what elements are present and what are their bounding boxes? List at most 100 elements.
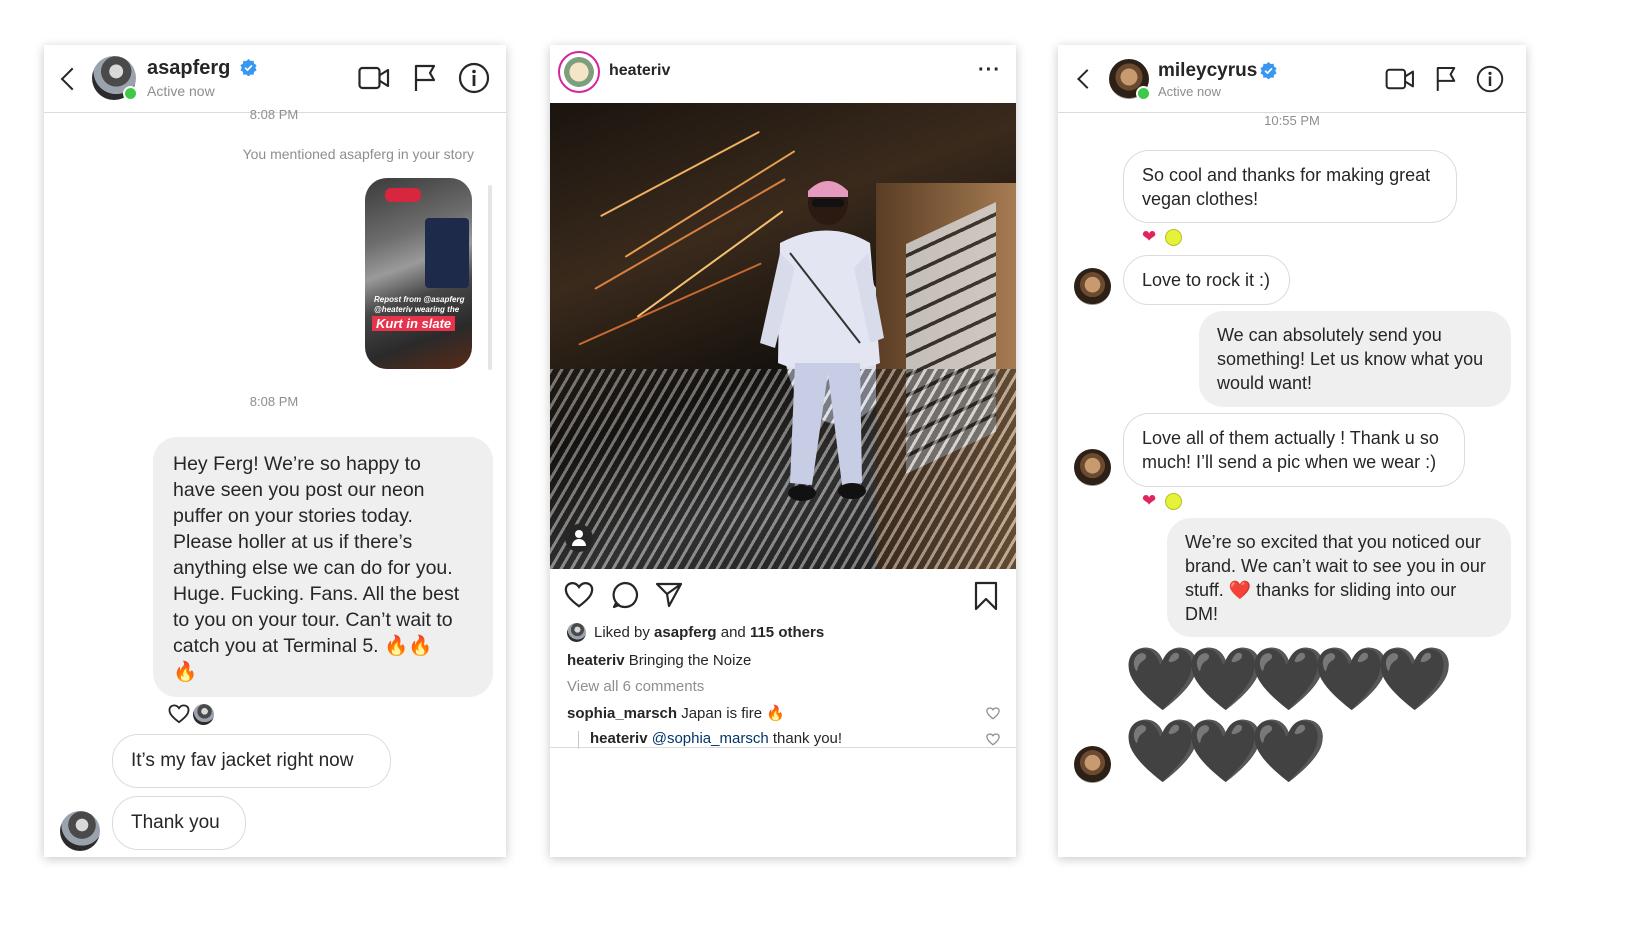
sent-message-line: Please holler at us if there’s [173,531,413,553]
sender-avatar [1074,449,1111,486]
video-call-icon[interactable] [1385,67,1415,91]
message-line: DM! [1185,604,1218,624]
message-line: We’re so excited that you noticed our [1185,532,1481,552]
info-icon[interactable] [458,62,490,94]
heart-reaction-icon[interactable] [168,704,190,724]
scrollbar[interactable] [488,185,492,370]
sender-avatar [1074,268,1111,305]
sent-message-bubble[interactable]: Hey Ferg! We’re so happy to have seen yo… [153,437,493,697]
comment: sophia_marsch Japan is fire 🔥 [567,704,785,722]
black-heart-emoji[interactable]: 🖤 [1376,649,1453,711]
comment-like-icon[interactable] [986,733,1000,746]
person-figure [760,181,884,501]
message-line: So cool and thanks for making great [1142,165,1431,185]
story-caption-line2: @heateriv wearing the [374,305,460,314]
reactor-avatar [1165,493,1182,510]
post-caption: heateriv Bringing the Noize [567,652,751,669]
received-message-bubble[interactable]: It’s my fav jacket right now [112,734,391,788]
story-mention-label: You mentioned asapferg in your story [242,146,474,162]
like-heart-icon[interactable] [564,581,594,609]
more-options-icon[interactable]: ··· [978,59,1001,82]
black-heart-emoji[interactable]: 🖤 [1250,721,1327,783]
reactor-avatar [193,704,214,725]
message-line: vegan clothes! [1142,189,1259,209]
timestamp: 10:55 PM [1264,113,1320,128]
share-icon[interactable] [655,582,683,608]
online-indicator [1136,86,1151,101]
dm-panel-asapferg: asapferg Active now 8:08 PM You mentione… [44,45,506,857]
username[interactable]: mileycyrus [1158,60,1257,82]
sent-message-line: anything else we can do for you. [173,557,453,579]
liker-avatar [567,623,586,642]
red-cap-shape [385,188,421,202]
liked-by-others[interactable]: 115 others [750,624,824,641]
message-line: would want! [1217,373,1313,393]
online-indicator [123,86,138,101]
sent-message-line: Hey Ferg! We’re so happy to [173,453,421,475]
post-photo[interactable] [550,103,1016,569]
sender-avatar [60,811,100,851]
sent-message-bubble[interactable]: We can absolutely send you something! Le… [1199,311,1511,407]
received-message-bubble[interactable]: So cool and thanks for making great vega… [1123,150,1457,223]
sent-message-line: to you on your tour. Can’t wait to [173,609,453,631]
received-message-bubble[interactable]: Thank you [112,796,246,850]
caption-user[interactable]: heateriv [567,652,625,669]
verified-badge-icon [240,59,257,76]
received-message-bubble[interactable]: Love all of them actually ! Thank u so m… [1123,413,1465,487]
comment-like-icon[interactable] [986,707,1000,720]
video-call-icon[interactable] [358,65,390,91]
comment-user[interactable]: sophia_marsch [567,705,677,722]
comment-icon[interactable] [611,581,639,609]
sent-message-line: have seen you post our neon [173,479,425,501]
message-line: much! I’ll send a pic when we wear :) [1142,452,1437,472]
story-caption-line1: Repost from @asapferg [374,295,465,304]
divider [550,747,1016,748]
light-streak [578,262,762,346]
liked-by-user[interactable]: asapferg [654,624,717,641]
message-line: Love all of them actually ! Thank u so [1142,428,1439,448]
tagged-user-icon[interactable] [565,524,593,552]
verified-badge-icon [1260,62,1277,79]
comment-text: Japan is fire 🔥 [677,705,785,722]
bookmark-icon[interactable] [974,581,998,611]
comment-text: thank you! [768,730,843,747]
liked-by-prefix: Liked by [594,624,655,641]
comment-user[interactable]: heateriv [590,730,648,747]
active-status: Active now [1158,84,1221,99]
dm-header: asapferg Active now [44,45,506,113]
received-message-bubble[interactable]: Love to rock it :) [1123,255,1290,305]
message-line: brand. We can’t wait to see you in our [1185,556,1486,576]
post-panel-heateriv: heateriv ··· Liked by asapferg and 115 o… [550,45,1016,857]
view-comments-link[interactable]: View all 6 comments [567,678,704,695]
flag-icon[interactable] [1435,65,1457,93]
username[interactable]: heateriv [609,62,670,80]
sent-message-line: puffer on your stories today. [173,505,413,527]
sent-message-line: catch you at Terminal 5. 🔥🔥 [173,635,433,657]
active-status: Active now [147,83,215,99]
comment-mention[interactable]: @sophia_marsch [652,730,769,747]
caption-text: Bringing the Noize [624,652,752,669]
username[interactable]: asapferg [147,57,230,80]
likes-line[interactable]: Liked by asapferg and 115 others [594,624,824,641]
sender-avatar [1074,746,1111,783]
liked-by-and: and [716,624,750,641]
timestamp-cut: 8:08 PM [249,107,299,122]
dm-panel-mileycyrus: mileycyrus Active now 10:55 PM So cool a… [1058,45,1526,857]
message-line: We can absolutely send you [1217,325,1442,345]
sent-message-line: Huge. Fucking. Fans. All the best [173,583,460,605]
heart-reaction-icon[interactable]: ❤ [1142,227,1156,247]
back-arrow-icon[interactable] [1077,69,1097,89]
comment-reply: heateriv @sophia_marsch thank you! [590,730,842,747]
dm-header: mileycyrus Active now [1058,45,1526,113]
story-thumbnail[interactable]: Repost from @asapferg @heateriv wearing … [365,178,472,369]
info-icon[interactable] [1476,65,1504,93]
avatar[interactable] [558,51,600,93]
message-line: something! Let us know what you [1217,349,1484,369]
heart-reaction-icon[interactable]: ❤ [1142,491,1156,511]
sent-message-bubble[interactable]: We’re so excited that you noticed our br… [1167,518,1511,637]
message-line: stuff. ❤️ thanks for sliding into our [1185,580,1457,600]
sent-message-line: 🔥 [173,661,198,683]
flag-icon[interactable] [413,63,437,93]
phone-screen-shape [425,218,469,288]
back-arrow-icon[interactable] [60,67,84,91]
